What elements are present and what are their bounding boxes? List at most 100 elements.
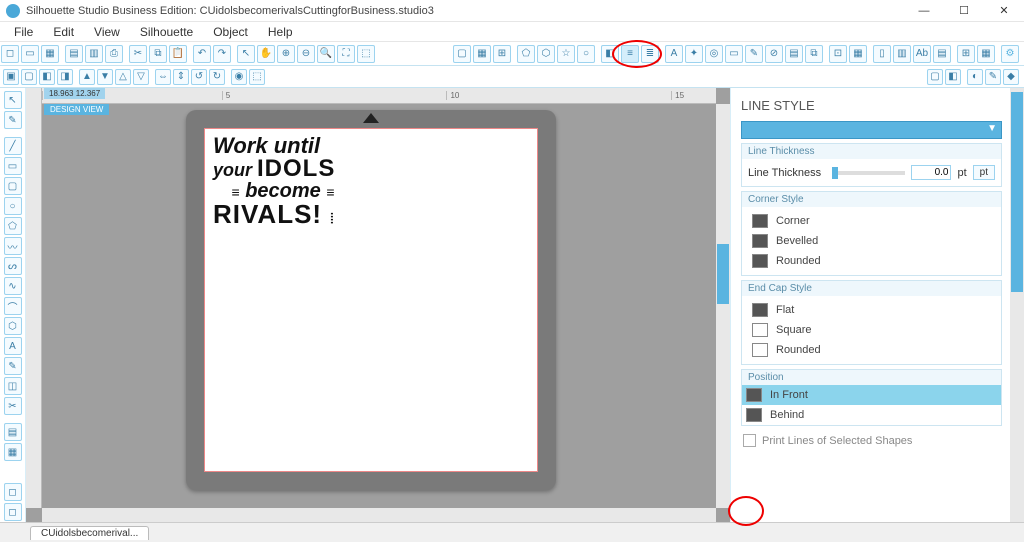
menu-view[interactable]: View [84, 23, 130, 41]
shape-star-icon[interactable]: ☆ [557, 45, 575, 63]
ellipse-tool-icon[interactable]: ○ [4, 197, 22, 215]
media-icon[interactable]: Ab [913, 45, 931, 63]
note-tool-icon[interactable]: ✎ [4, 357, 22, 375]
compound-icon[interactable]: ◧ [39, 69, 55, 85]
new-icon[interactable]: ◻ [1, 45, 19, 63]
cut-style-icon[interactable]: ▯ [873, 45, 891, 63]
fill-icon[interactable]: ◧ [601, 45, 619, 63]
tiling-icon[interactable]: ▦ [849, 45, 867, 63]
rotate-l-icon[interactable]: ↺ [191, 69, 207, 85]
zoom-fit-icon[interactable]: ⛶ [337, 45, 355, 63]
page-setup-icon[interactable]: ▢ [453, 45, 471, 63]
store-icon[interactable]: ⊞ [957, 45, 975, 63]
canvas-hscroll[interactable] [42, 508, 716, 522]
knife-tool-icon[interactable]: ✂ [4, 397, 22, 415]
line-tool-icon[interactable]: ╱ [4, 137, 22, 155]
endcap-opt-rounded[interactable]: Rounded [748, 340, 995, 360]
thickness-slider[interactable] [832, 171, 905, 175]
nesting-icon[interactable]: ⊡ [829, 45, 847, 63]
corner-opt-rounded[interactable]: Rounded [748, 251, 995, 271]
select-tool-icon[interactable]: ↖ [4, 91, 22, 109]
document-tab[interactable]: CUidolsbecomerival... [30, 526, 149, 540]
panel-c-icon[interactable]: ◐ [967, 69, 983, 85]
reg-icon[interactable]: ⊞ [493, 45, 511, 63]
maximize-button[interactable]: ☐ [944, 0, 984, 22]
print-icon[interactable]: ⎙ [105, 45, 123, 63]
pan-icon[interactable]: ✋ [257, 45, 275, 63]
menu-silhouette[interactable]: Silhouette [130, 23, 203, 41]
back-icon[interactable]: ▼ [97, 69, 113, 85]
endcap-opt-flat[interactable]: Flat [748, 300, 995, 320]
close-button[interactable]: ✕ [984, 0, 1024, 22]
thickness-value[interactable] [911, 165, 951, 180]
panel-a-icon[interactable]: ▢ [927, 69, 943, 85]
menu-edit[interactable]: Edit [43, 23, 84, 41]
rotate-r-icon[interactable]: ↻ [209, 69, 225, 85]
line-style-icon[interactable]: ≡ [621, 45, 639, 63]
knife-icon[interactable]: ✎ [745, 45, 763, 63]
save-icon[interactable]: ▦ [41, 45, 59, 63]
center-icon[interactable]: ◉ [231, 69, 247, 85]
print-lines-checkbox-row[interactable]: Print Lines of Selected Shapes [741, 430, 1002, 451]
select-icon[interactable]: ↖ [237, 45, 255, 63]
barcode-icon[interactable]: ▥ [893, 45, 911, 63]
freehand-tool-icon[interactable]: ᔕ [4, 257, 22, 275]
text-icon[interactable]: A [665, 45, 683, 63]
minimize-button[interactable]: — [904, 0, 944, 22]
align-icon[interactable]: ▤ [785, 45, 803, 63]
group-icon[interactable]: ▣ [3, 69, 19, 85]
corner-opt-bevelled[interactable]: Bevelled [748, 231, 995, 251]
canvas-vscroll[interactable] [716, 104, 730, 508]
forward-icon[interactable]: △ [115, 69, 131, 85]
offset-icon[interactable]: ◎ [705, 45, 723, 63]
arc-tool-icon[interactable]: ⌒ [4, 297, 22, 315]
prefs-icon[interactable]: ⚙ [1001, 45, 1019, 63]
paste-icon[interactable]: 📋 [169, 45, 187, 63]
regpoly-tool-icon[interactable]: ⬡ [4, 317, 22, 335]
menu-file[interactable]: File [4, 23, 43, 41]
corner-opt-corner[interactable]: Corner [748, 211, 995, 231]
panel-d-icon[interactable]: ✎ [985, 69, 1001, 85]
zoom-in-icon[interactable]: ⊕ [277, 45, 295, 63]
menu-object[interactable]: Object [203, 23, 258, 41]
library-icon[interactable]: ▤ [65, 45, 83, 63]
release-icon[interactable]: ◨ [57, 69, 73, 85]
panel-scrollbar[interactable] [1010, 88, 1024, 522]
ungroup-icon[interactable]: ▢ [21, 69, 37, 85]
undo-icon[interactable]: ↶ [193, 45, 211, 63]
flip-v-icon[interactable]: ⇕ [173, 69, 189, 85]
rect-tool-icon[interactable]: ▭ [4, 157, 22, 175]
line-style-dropdown[interactable] [741, 121, 1002, 139]
roundrect-tool-icon[interactable]: ▢ [4, 177, 22, 195]
cube-icon[interactable]: ⬚ [249, 69, 265, 85]
zoom-select-icon[interactable]: 🔍 [317, 45, 335, 63]
trace-icon[interactable]: ✦ [685, 45, 703, 63]
replicate-icon[interactable]: ⧉ [805, 45, 823, 63]
canvas[interactable]: 0 5 10 15 18.963 12.367 DESIGN VIEW Work… [26, 88, 730, 522]
layers-icon[interactable]: ▤ [933, 45, 951, 63]
bottom-tool-b-icon[interactable]: ◻ [4, 503, 22, 521]
zoom-drag-icon[interactable]: ⬚ [357, 45, 375, 63]
position-opt-behind[interactable]: Behind [742, 405, 1001, 425]
design-artwork[interactable]: Work until your IDOLS ≡ become ≡ RIVALS!… [213, 135, 353, 227]
eraser-tool-icon[interactable]: ◫ [4, 377, 22, 395]
text-tool-icon[interactable]: A [4, 337, 22, 355]
menu-help[interactable]: Help [258, 23, 303, 41]
redo-icon[interactable]: ↷ [213, 45, 231, 63]
edit-points-icon[interactable]: ✎ [4, 111, 22, 129]
shape-hex-icon[interactable]: ⬡ [537, 45, 555, 63]
line-color-icon[interactable]: ≣ [641, 45, 659, 63]
bottom-tool-a-icon[interactable]: ◻ [4, 483, 22, 501]
shape-pentagon-icon[interactable]: ⬠ [517, 45, 535, 63]
flip-h-icon[interactable]: ⇔ [155, 69, 171, 85]
send-icon[interactable]: ▥ [85, 45, 103, 63]
position-opt-front[interactable]: In Front [742, 385, 1001, 405]
curve-tool-icon[interactable]: 〰 [4, 237, 22, 255]
panel-b-icon[interactable]: ◧ [945, 69, 961, 85]
thickness-unit-button[interactable]: pt [973, 165, 995, 180]
library-tool-icon[interactable]: ▤ [4, 423, 22, 441]
grid-icon[interactable]: ▦ [473, 45, 491, 63]
copy-icon[interactable]: ⧉ [149, 45, 167, 63]
zoom-out-icon[interactable]: ⊖ [297, 45, 315, 63]
panel-e-icon[interactable]: ◆ [1003, 69, 1019, 85]
